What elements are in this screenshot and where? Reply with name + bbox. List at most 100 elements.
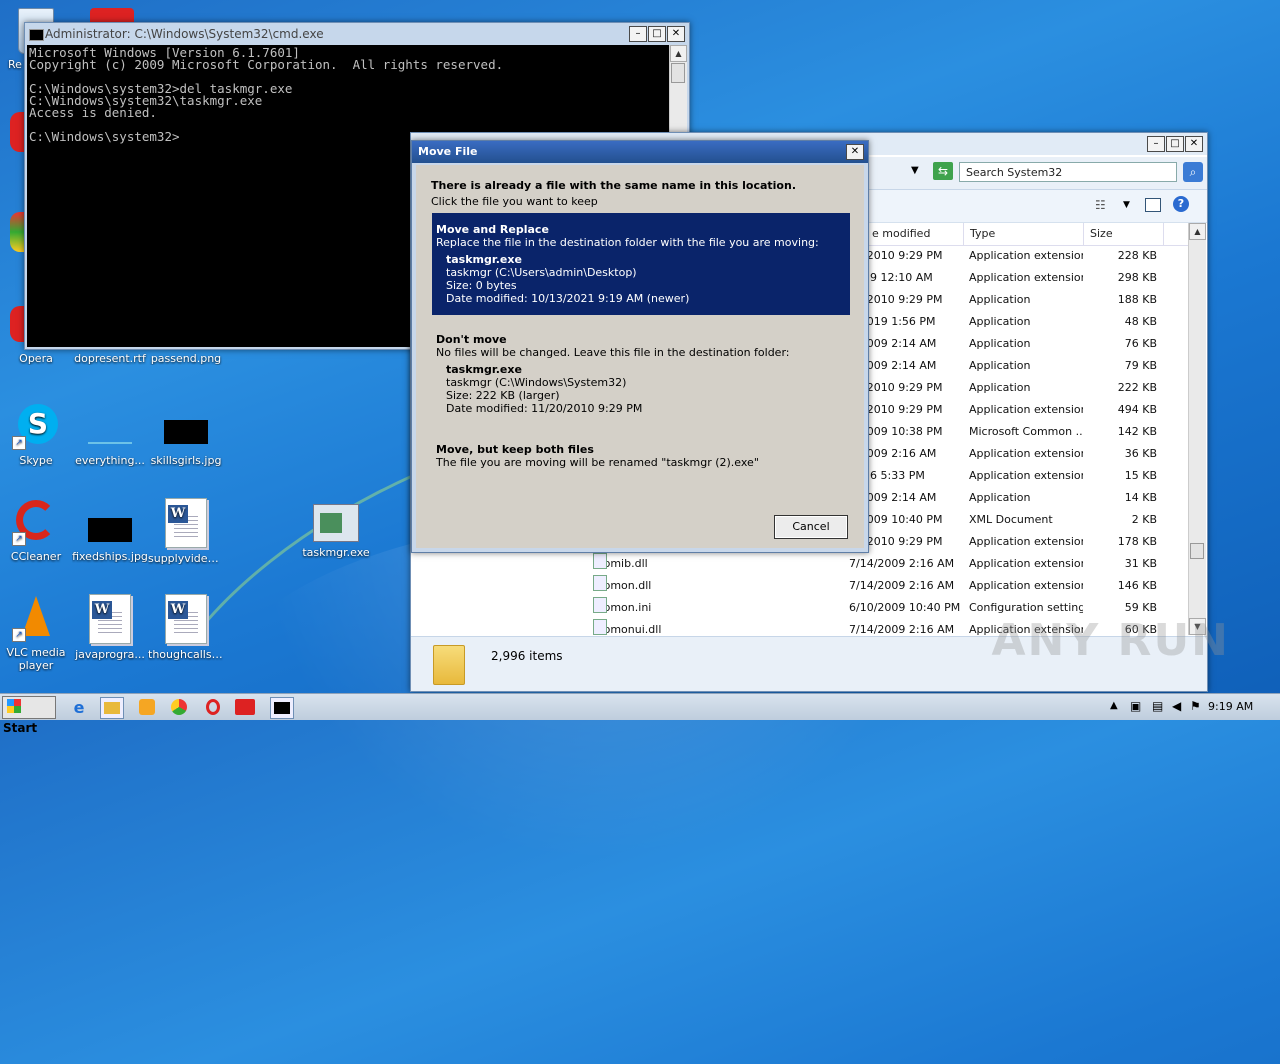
opera-icon[interactable]: [202, 697, 224, 717]
file-row[interactable]: tcpmib.dll 7/14/2009 2:16 AM Application e…: [571, 553, 1189, 575]
desktop-icon-label: Skype: [19, 454, 53, 467]
view-options-icon[interactable]: ☷: [1095, 198, 1106, 212]
close-button[interactable]: ✕: [1185, 136, 1203, 152]
file-type: Application: [969, 337, 1031, 350]
file-type: Application extension: [969, 447, 1083, 460]
maximize-button[interactable]: □: [648, 26, 666, 42]
option-keep-both[interactable]: Move, but keep both files The file you a…: [432, 435, 850, 475]
desktop-icon-supplyvideo[interactable]: W supplyvideo...: [148, 498, 224, 565]
console-line: Copyright (c) 2009 Microsoft Corporation…: [29, 57, 504, 72]
file-date: 6/10/2009 10:40 PM: [849, 601, 961, 614]
file-type: Application extension: [969, 271, 1083, 284]
desktop-icon-vlc[interactable]: ↗ VLC media player: [0, 594, 74, 672]
chrome-icon[interactable]: [168, 697, 190, 717]
file-row[interactable]: tcpmon.dll 7/14/2009 2:16 AM Application e…: [571, 575, 1189, 597]
refresh-icon[interactable]: ⇆: [933, 162, 953, 180]
explorer-icon[interactable]: [100, 697, 124, 719]
scroll-thumb[interactable]: [671, 63, 685, 83]
column-type[interactable]: Type: [964, 223, 1084, 245]
file-type: Application extension: [969, 535, 1083, 548]
search-icon[interactable]: ⌕: [1183, 162, 1203, 182]
minimize-button[interactable]: –: [1147, 136, 1165, 152]
console-line: Access is denied.: [29, 105, 157, 120]
media-player-icon[interactable]: [136, 697, 158, 717]
chevron-down-icon[interactable]: ▼: [1123, 200, 1130, 210]
file-icon: [593, 597, 607, 613]
ccleaner-icon: ↗: [12, 498, 60, 546]
desktop-icon-ccleaner[interactable]: ↗ CCleaner: [0, 498, 74, 563]
help-icon[interactable]: ?: [1173, 196, 1189, 212]
desktop-icon-everything[interactable]: everything...: [72, 402, 148, 467]
file-size: 494 KB: [1117, 403, 1157, 416]
option-file-size: Size: 222 KB (larger): [446, 389, 560, 402]
chevron-down-icon[interactable]: ▼: [911, 165, 919, 176]
explorer-scrollbar[interactable]: ▲ ▼: [1188, 223, 1206, 635]
column-date[interactable]: e modified: [866, 223, 964, 245]
maximize-button[interactable]: □: [1166, 136, 1184, 152]
desktop-icon-opera[interactable]: Opera: [0, 352, 74, 365]
start-label: Start: [3, 721, 38, 735]
dialog-body: There is already a file with the same na…: [416, 165, 864, 548]
flag-icon[interactable]: ⚑: [1190, 699, 1201, 713]
desktop-icon-fixedships[interactable]: fixedships.jpg: [72, 498, 148, 563]
file-type: Microsoft Common ...: [969, 425, 1083, 438]
dialog-titlebar[interactable]: Move File ✕: [412, 141, 868, 163]
desktop-icon-label: taskmgr.exe: [302, 546, 370, 559]
desktop-icon-thoughcalls[interactable]: W thoughcalls.rtf: [148, 594, 224, 661]
close-button[interactable]: ✕: [667, 26, 685, 42]
ie-icon[interactable]: e: [68, 697, 90, 717]
move-file-dialog[interactable]: Move File ✕ There is already a file with…: [411, 140, 869, 553]
desktop-icon-passend[interactable]: passend.png: [148, 352, 224, 365]
desktop-icon-dopresent[interactable]: dopresent.rtf: [72, 352, 148, 365]
item-count: 2,996 items: [491, 649, 563, 663]
close-button[interactable]: ✕: [846, 144, 864, 160]
desktop-icon-taskmgr[interactable]: taskmgr.exe: [298, 498, 374, 559]
shortcut-arrow-icon: ↗: [12, 436, 26, 450]
option-file-path: taskmgr (C:\Users\admin\Desktop): [446, 266, 637, 279]
volume-icon[interactable]: ◀: [1172, 699, 1181, 713]
red-app-icon[interactable]: [234, 697, 256, 717]
minimize-button[interactable]: –: [629, 26, 647, 42]
desktop-icon-skillsgirls[interactable]: skillsgirls.jpg: [148, 402, 224, 467]
preview-pane-icon[interactable]: [1145, 198, 1161, 212]
desktop-icon-javaprogra[interactable]: W javaprogra...: [72, 594, 148, 661]
opera-icon[interactable]: [10, 112, 24, 152]
network-icon[interactable]: ▤: [1152, 699, 1163, 713]
scroll-up-icon[interactable]: ▲: [670, 45, 687, 62]
start-button[interactable]: Start: [2, 696, 56, 735]
taskmgr-exe-icon: [313, 504, 359, 542]
scroll-up-icon[interactable]: ▲: [1189, 223, 1206, 240]
file-type: Application: [969, 359, 1031, 372]
file-name: tcpmon.ini: [593, 597, 843, 619]
file-type: Application extension: [969, 469, 1083, 482]
option-move-and-replace[interactable]: Move and Replace Replace the file in the…: [432, 213, 850, 315]
image-file-icon: [86, 498, 134, 546]
clock[interactable]: 9:19 AM: [1208, 700, 1253, 713]
file-size: 298 KB: [1117, 271, 1157, 284]
file-size: 228 KB: [1117, 249, 1157, 262]
dialog-subheading: Click the file you want to keep: [431, 195, 598, 208]
file-size: 222 KB: [1117, 381, 1157, 394]
chrome-icon[interactable]: [10, 212, 24, 252]
file-size: 36 KB: [1124, 447, 1157, 460]
search-input[interactable]: Search System32: [959, 162, 1177, 182]
watermark: ANY RUN: [991, 615, 1230, 666]
tray-icon[interactable]: ▣: [1130, 699, 1141, 713]
file-size: 146 KB: [1117, 579, 1157, 592]
taskbar: Start e ▲ ▣ ▤ ◀ ⚑ 9:19 AM: [0, 693, 1280, 735]
file-size: 15 KB: [1124, 469, 1157, 482]
desktop-icon-label: supplyvideo...: [148, 552, 224, 565]
folder-icon: [433, 645, 465, 685]
option-dont-move[interactable]: Don't move No files will be changed. Lea…: [432, 323, 850, 423]
column-size[interactable]: Size: [1084, 223, 1164, 245]
scroll-thumb[interactable]: [1190, 543, 1204, 559]
cmd-taskbar-icon[interactable]: [270, 697, 294, 719]
skype-icon: S ↗: [12, 402, 60, 450]
opera-icon-2[interactable]: [10, 306, 24, 342]
cancel-button[interactable]: Cancel: [774, 515, 848, 539]
desktop-icon-skype[interactable]: S ↗ Skype: [0, 402, 74, 467]
desktop-icon-label: dopresent.rtf: [74, 352, 146, 365]
chevron-up-icon[interactable]: ▲: [1110, 700, 1118, 711]
cmd-titlebar[interactable]: Administrator: C:\Windows\System32\cmd.e…: [25, 23, 689, 45]
file-type: Application: [969, 315, 1031, 328]
